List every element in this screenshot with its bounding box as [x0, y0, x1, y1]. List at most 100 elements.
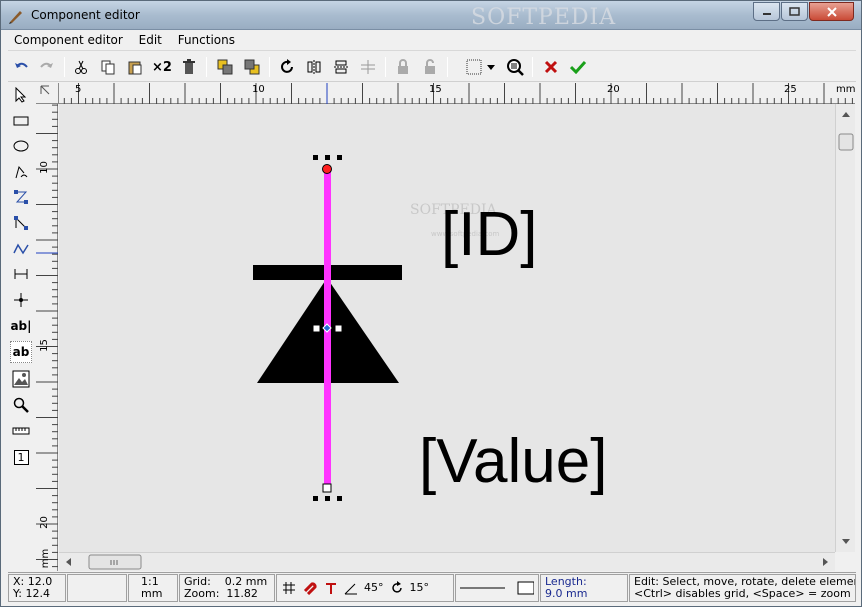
window-title: Component editor — [31, 8, 140, 22]
lock-button[interactable] — [392, 56, 414, 78]
selection-dot — [313, 496, 318, 501]
pin-snap-icon[interactable] — [324, 581, 338, 595]
bring-front-button[interactable] — [214, 56, 236, 78]
angle-snap-1[interactable]: 45° — [364, 582, 384, 594]
image-tool[interactable] — [10, 368, 32, 390]
unlock-button[interactable] — [419, 56, 441, 78]
cancel-button[interactable] — [540, 56, 562, 78]
vertical-ruler-ticks — [36, 104, 58, 568]
center-handle-right[interactable] — [334, 324, 343, 333]
checkmark-icon — [570, 60, 586, 74]
minimize-button[interactable] — [753, 2, 780, 21]
v-ruler-unit: mm — [40, 548, 52, 569]
value-label[interactable]: [Value] — [419, 427, 607, 497]
dimension-tool[interactable] — [10, 263, 32, 285]
scroll-left-arrow[interactable] — [66, 558, 71, 566]
rotate-button[interactable] — [276, 56, 298, 78]
grid-snap-icon[interactable] — [282, 581, 296, 595]
rectangle-icon — [13, 116, 29, 126]
flip-button[interactable] — [357, 56, 379, 78]
node-edit-tool[interactable] — [10, 186, 32, 208]
zoom-tool[interactable] — [10, 394, 32, 416]
length-value: 9.0 mm — [545, 587, 588, 600]
angle-snap-2[interactable]: 15° — [410, 582, 430, 594]
status-empty — [67, 574, 127, 602]
rotate-icon — [281, 59, 293, 73]
paste-icon — [128, 61, 142, 75]
drawing-canvas[interactable]: SOFTPEDIA www.softpedia.com [ID] [Value] — [59, 104, 835, 552]
rectangle-tool[interactable] — [10, 110, 32, 132]
scroll-right-arrow[interactable] — [823, 558, 828, 566]
dimension-icon — [14, 269, 28, 279]
magnet-icon[interactable] — [302, 581, 318, 595]
v-tick-10: 10 — [38, 161, 50, 174]
left-tool-palette: ab| ab 1 — [8, 83, 35, 571]
mirror-v-button[interactable] — [330, 56, 352, 78]
h-tick-25: 25 — [784, 84, 797, 95]
cut-button[interactable] — [70, 56, 92, 78]
scroll-down-arrow[interactable] — [842, 539, 850, 544]
redo-button[interactable] — [36, 56, 58, 78]
scissors-icon — [75, 60, 87, 74]
send-back-button[interactable] — [241, 56, 263, 78]
menu-edit[interactable]: Edit — [133, 31, 168, 49]
measure-tool[interactable] — [10, 420, 32, 442]
line-style[interactable] — [455, 574, 539, 602]
horizontal-scrollbar[interactable] — [59, 552, 835, 571]
mirror-h-button[interactable] — [303, 56, 325, 78]
duplicate-button[interactable]: ×2 — [151, 56, 173, 78]
pin-tool[interactable] — [10, 289, 32, 311]
polyline-tool[interactable] — [10, 238, 32, 260]
line-style-icon — [460, 587, 505, 589]
vertical-scroll-thumb[interactable] — [838, 133, 854, 151]
number-tool[interactable]: 1 — [10, 446, 32, 468]
ellipse-tool[interactable] — [10, 135, 32, 157]
snap-options: 45° 15° — [276, 574, 454, 602]
line-end-handle[interactable] — [322, 483, 332, 493]
scroll-up-arrow[interactable] — [842, 112, 850, 117]
h-ruler-unit: mm — [836, 84, 856, 95]
lock-icon — [398, 59, 408, 74]
maximize-icon — [789, 7, 800, 16]
paste-button[interactable] — [124, 56, 146, 78]
status-bar: X: 12.0 Y: 12.4 1:1 mm Grid: 0.2 mm Zoom… — [8, 572, 856, 602]
h-tick-5: 5 — [75, 84, 82, 95]
ruler-corner[interactable] — [36, 83, 59, 104]
ruler-icon — [12, 427, 30, 435]
maximize-button[interactable] — [781, 2, 808, 21]
horizontal-scroll-thumb[interactable] — [88, 554, 142, 570]
ruler-origin-icon — [40, 85, 50, 95]
undo-button[interactable] — [10, 56, 32, 78]
selection-dot — [325, 155, 330, 160]
grid-button[interactable] — [463, 56, 485, 78]
menu-component-editor[interactable]: Component editor — [8, 31, 129, 49]
polygon-tool[interactable] — [10, 161, 32, 183]
select-tool[interactable] — [10, 84, 32, 106]
delete-button[interactable] — [178, 56, 200, 78]
line-icon — [14, 216, 28, 230]
close-button[interactable] — [809, 2, 854, 21]
selection-dot — [337, 155, 342, 160]
zoom-fit-button[interactable] — [504, 56, 526, 78]
center-handle-left[interactable] — [312, 324, 321, 333]
text-frame-tool[interactable]: ab — [10, 341, 32, 363]
grid-icon — [466, 59, 482, 75]
image-icon — [12, 370, 30, 388]
copy-icon — [101, 60, 115, 75]
number-tool-label: 1 — [13, 449, 29, 465]
confirm-button[interactable] — [567, 56, 589, 78]
selection-dot — [313, 155, 318, 160]
text-tool[interactable]: ab| — [10, 315, 32, 337]
cursor-y: Y: 12.4 — [13, 587, 50, 600]
horizontal-ruler-ticks — [63, 83, 853, 104]
grid-dropdown[interactable] — [485, 56, 497, 78]
vertical-scrollbar[interactable] — [835, 104, 855, 552]
rotate-snap-icon[interactable] — [390, 581, 404, 595]
angle-icon[interactable] — [344, 581, 358, 595]
line-start-handle[interactable] — [322, 164, 332, 174]
menu-functions[interactable]: Functions — [172, 31, 241, 49]
copy-button[interactable] — [97, 56, 119, 78]
h-tick-10: 10 — [252, 84, 265, 95]
line-tool[interactable] — [10, 212, 32, 234]
id-label[interactable]: [ID] — [441, 200, 537, 270]
